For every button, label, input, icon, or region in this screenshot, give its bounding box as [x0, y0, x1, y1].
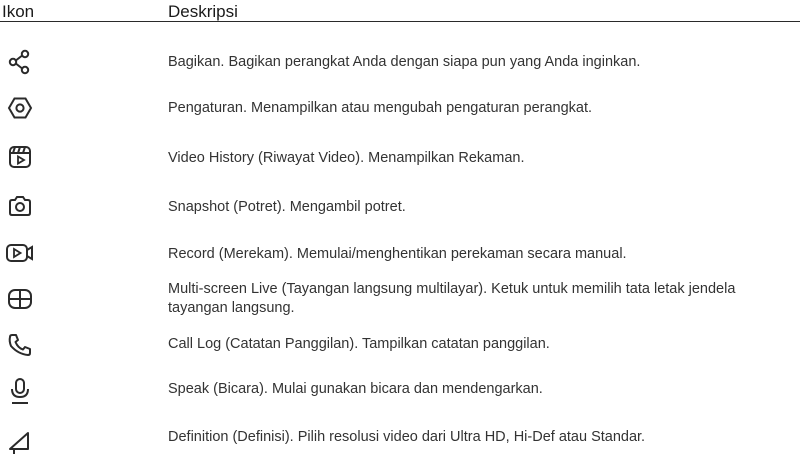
row-description: Call Log (Catatan Panggilan). Tampilkan … — [168, 336, 550, 352]
row-description: Pengaturan. Menampilkan atau mengubah pe… — [168, 100, 593, 116]
record-icon — [2, 238, 38, 268]
settings-icon — [2, 93, 38, 123]
share-icon — [2, 47, 38, 77]
camera-icon — [2, 191, 38, 221]
description-column-header: Deskripsi — [168, 2, 238, 21]
microphone-icon — [2, 376, 38, 406]
multi-screen-icon — [2, 284, 38, 314]
row-description: Bagikan. Bagikan perangkat Anda dengan s… — [168, 54, 641, 70]
row-description: Definition (Definisi). Pilih resolusi vi… — [168, 429, 646, 445]
table-header: Ikon Deskripsi — [0, 0, 800, 22]
row-description: Speak (Bicara). Mulai gunakan bicara dan… — [168, 381, 543, 397]
header-divider — [0, 21, 800, 22]
video-history-icon — [2, 142, 38, 172]
row-description: Record (Merekam). Memulai/menghentikan p… — [168, 246, 627, 262]
row-description: Multi-screen Live (Tayangan langsung mul… — [168, 281, 736, 316]
phone-icon — [2, 330, 38, 360]
row-description: Snapshot (Potret). Mengambil potret. — [168, 199, 406, 215]
icon-column-header: Ikon — [2, 2, 35, 21]
row-description: Video History (Riwayat Video). Menampilk… — [168, 150, 525, 166]
